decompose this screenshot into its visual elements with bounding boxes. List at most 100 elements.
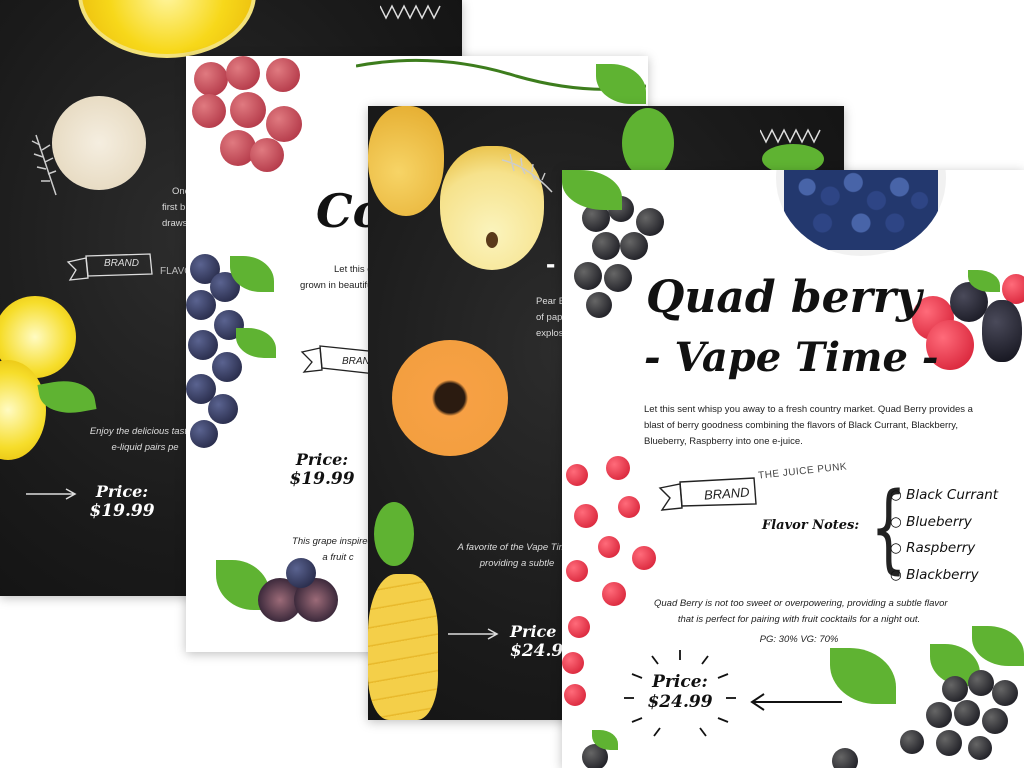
raspberry-image (598, 536, 620, 558)
currant-image (982, 708, 1008, 734)
dark-grape-image (212, 352, 242, 382)
currant-image (832, 748, 858, 768)
text-line: grown in beautifu (300, 280, 373, 291)
laurel-icon (501, 153, 553, 193)
flavor-note-text: Blueberry (906, 513, 972, 530)
price-badge: Price $24.9 (510, 622, 570, 661)
currant-image (604, 264, 632, 292)
red-grape-image (194, 62, 228, 96)
raspberry-image (606, 456, 630, 480)
intro-line: blast of berry goodness combining the fl… (644, 420, 958, 431)
cream-bowl-image (52, 96, 146, 190)
flavor-note-text: Blackberry (906, 566, 979, 583)
laurel-icon (31, 134, 57, 196)
currant-image (636, 208, 664, 236)
currant-image (586, 292, 612, 318)
flavor-notes-label: Flavor Notes: (762, 518, 860, 533)
dark-grape-image (186, 290, 216, 320)
brand-label: BRAND (703, 484, 750, 503)
price-label: Price: (295, 450, 349, 469)
price-badge: Price: $24.99 (638, 672, 722, 712)
price-value: $24.9 (510, 641, 564, 661)
flyer-subtitle: - Vape Time - (644, 334, 939, 381)
red-grape-image (226, 56, 260, 90)
sliced-pear-image (368, 574, 438, 720)
flavor-notes-list: ○ Black Currant ○ Blueberry ○ Raspberry … (890, 482, 998, 588)
red-grape-image (230, 92, 266, 128)
blueberry-bowl-image (776, 170, 946, 256)
currant-image (992, 680, 1018, 706)
description-line: that is perfect for pairing with fruit c… (677, 614, 921, 625)
pear-seed-image (486, 232, 498, 248)
lemon-slice-image (78, 0, 256, 58)
currant-image (620, 232, 648, 260)
price-value: $24.99 (647, 692, 713, 712)
flyer-title: Quad berry (646, 272, 922, 323)
raspberry-image (566, 464, 588, 486)
dark-grape-image (208, 394, 238, 424)
blueberries (784, 170, 938, 250)
leaf-image (37, 375, 97, 419)
price-value: $19.99 (289, 469, 355, 489)
brand-label: BRAN (342, 356, 370, 367)
currant-image (926, 702, 952, 728)
red-grape-image (192, 94, 226, 128)
raspberry-image (562, 652, 584, 674)
leaf-image (374, 502, 414, 566)
red-grape-image (266, 58, 300, 92)
currant-image (942, 676, 968, 702)
currant-image (592, 232, 620, 260)
flavor-note-text: Raspberry (906, 540, 976, 556)
price-value: $19.99 (89, 501, 155, 521)
text-line: Let this e (334, 264, 373, 275)
text-line: of pap (536, 312, 563, 323)
text-line: Pear B (536, 296, 566, 307)
arrow-icon (26, 488, 77, 500)
intro-line: Blueberry, Raspberry into one e-juice. (644, 436, 803, 447)
papaya-image (392, 340, 508, 456)
red-grape-image (266, 106, 302, 142)
raspberry-image (618, 496, 640, 518)
text-line: explos (536, 328, 564, 339)
raspberry-image (564, 684, 586, 706)
dark-grape-image (190, 420, 218, 448)
flavor-note: ○ Blackberry (890, 566, 979, 583)
dark-grape-image (188, 330, 218, 360)
raspberry-image (568, 616, 590, 638)
red-grape-image (250, 138, 284, 172)
price-label: Price: (652, 672, 708, 692)
arrow-icon (750, 693, 842, 711)
price-label: Price (510, 622, 557, 641)
currant-image (900, 730, 924, 754)
flavor-note-text: Black Currant (906, 487, 999, 503)
flyer-quad-berry: Quad berry - Vape Time - Let this sent w… (562, 170, 1024, 768)
blackberry-image (982, 300, 1022, 362)
brand-label: BRAND (104, 258, 140, 269)
currant-image (936, 730, 962, 756)
raspberry-image (566, 560, 588, 582)
flavor-note: ○ Raspberry (890, 540, 976, 556)
brand-name: THE JUICE PUNK (757, 461, 848, 482)
black-currant-cluster-image (912, 646, 1024, 768)
price-badge: Price: $19.99 (282, 450, 362, 489)
leaf-image (622, 108, 674, 178)
price-badge: Price: $19.99 (82, 482, 162, 521)
currant-image (968, 736, 992, 760)
dark-grape-image (286, 558, 316, 588)
title-fragment: - (546, 248, 556, 279)
description-line: A favorite of the Vape Tim (457, 542, 567, 553)
bunting-icon (380, 4, 441, 20)
arrow-icon (448, 628, 499, 640)
description-line: Quad Berry is not too sweet or overpower… (654, 598, 948, 609)
currant-image (954, 700, 980, 726)
flavor-note: ○ Blueberry (890, 513, 972, 530)
currant-image (574, 262, 602, 290)
intro-line: Let this sent whisp you away to a fresh … (644, 404, 973, 415)
raspberry-image (632, 546, 656, 570)
raspberry-image (602, 582, 626, 606)
flavor-note: ○ Black Currant (890, 487, 999, 503)
pear-image (368, 106, 444, 216)
raspberry-image (574, 504, 598, 528)
bunting-icon (760, 128, 821, 144)
currant-image (968, 670, 994, 696)
